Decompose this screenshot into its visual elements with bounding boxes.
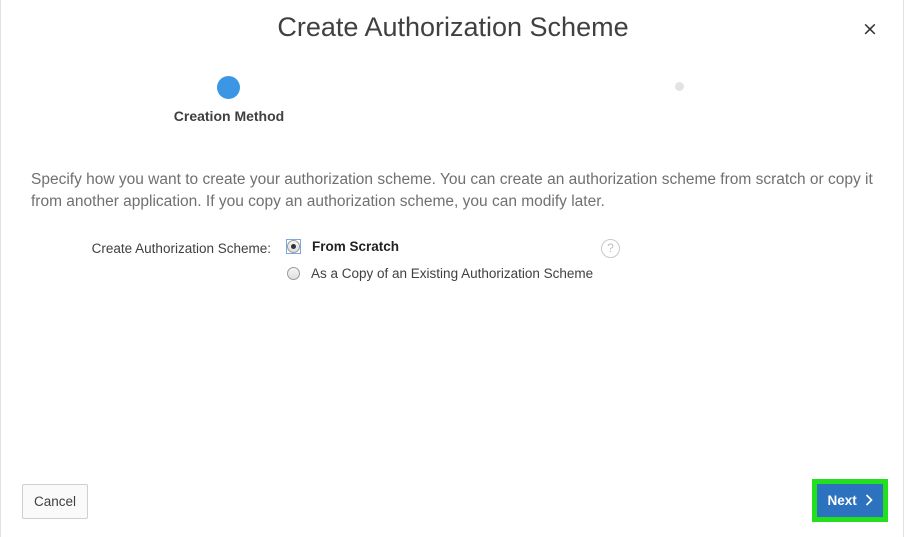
chevron-right-icon <box>865 485 873 518</box>
radio-button-checked[interactable] <box>287 240 300 253</box>
wizard-progress: Creation Method <box>1 0 904 140</box>
next-button[interactable]: Next <box>817 484 883 517</box>
wizard-step-dot-active <box>217 76 240 99</box>
radio-focus-ring <box>286 239 301 254</box>
help-icon[interactable]: ? <box>601 239 620 258</box>
instructions-text: Specify how you want to create your auth… <box>31 171 873 210</box>
radio-label-from-scratch: From Scratch <box>312 239 400 254</box>
radio-button-unchecked[interactable] <box>287 267 300 280</box>
next-button-label: Next <box>827 493 857 508</box>
field-label: Create Authorization Scheme: <box>91 241 271 256</box>
cancel-button[interactable]: Cancel <box>22 484 88 519</box>
radio-label-copy-existing: As a Copy of an Existing Authorization S… <box>311 266 594 281</box>
wizard-step-label: Creation Method <box>173 108 285 124</box>
radio-option-from-scratch[interactable]: From Scratch <box>286 239 400 254</box>
radio-option-copy-existing[interactable]: As a Copy of an Existing Authorization S… <box>287 266 593 281</box>
wizard-step-dot-inactive <box>675 82 684 91</box>
dialog: Create Authorization Scheme × Creation M… <box>0 0 904 537</box>
